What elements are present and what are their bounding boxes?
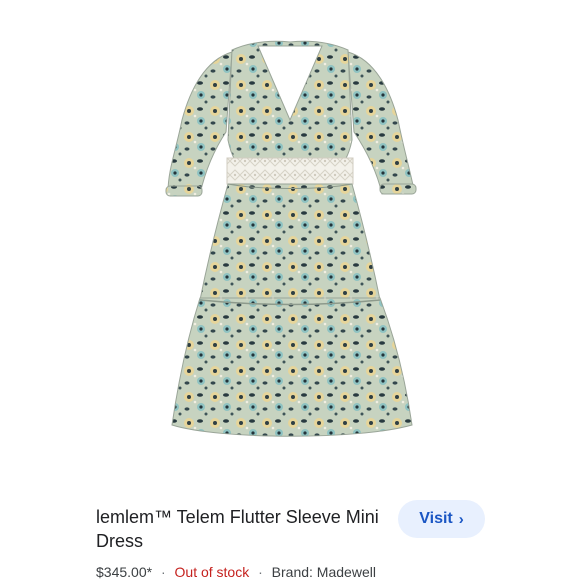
brand: Brand: Madewell <box>271 564 376 580</box>
product-image[interactable] <box>0 0 580 475</box>
product-meta: $345.00* · Out of stock · Brand: Madewel… <box>96 564 376 580</box>
product-info-panel: lemlem™ Telem Flutter Sleeve Mini Dress … <box>0 475 580 580</box>
visit-button[interactable]: Visit › <box>398 500 485 538</box>
separator-dot: · <box>258 564 263 580</box>
product-title[interactable]: lemlem™ Telem Flutter Sleeve Mini Dress <box>96 505 396 553</box>
stock-status: Out of stock <box>174 564 250 580</box>
price: $345.00* <box>96 564 153 580</box>
chevron-right-icon: › <box>458 510 464 528</box>
separator-dot: · <box>160 564 166 580</box>
dress-illustration <box>165 40 417 437</box>
visit-button-label: Visit <box>419 510 453 527</box>
